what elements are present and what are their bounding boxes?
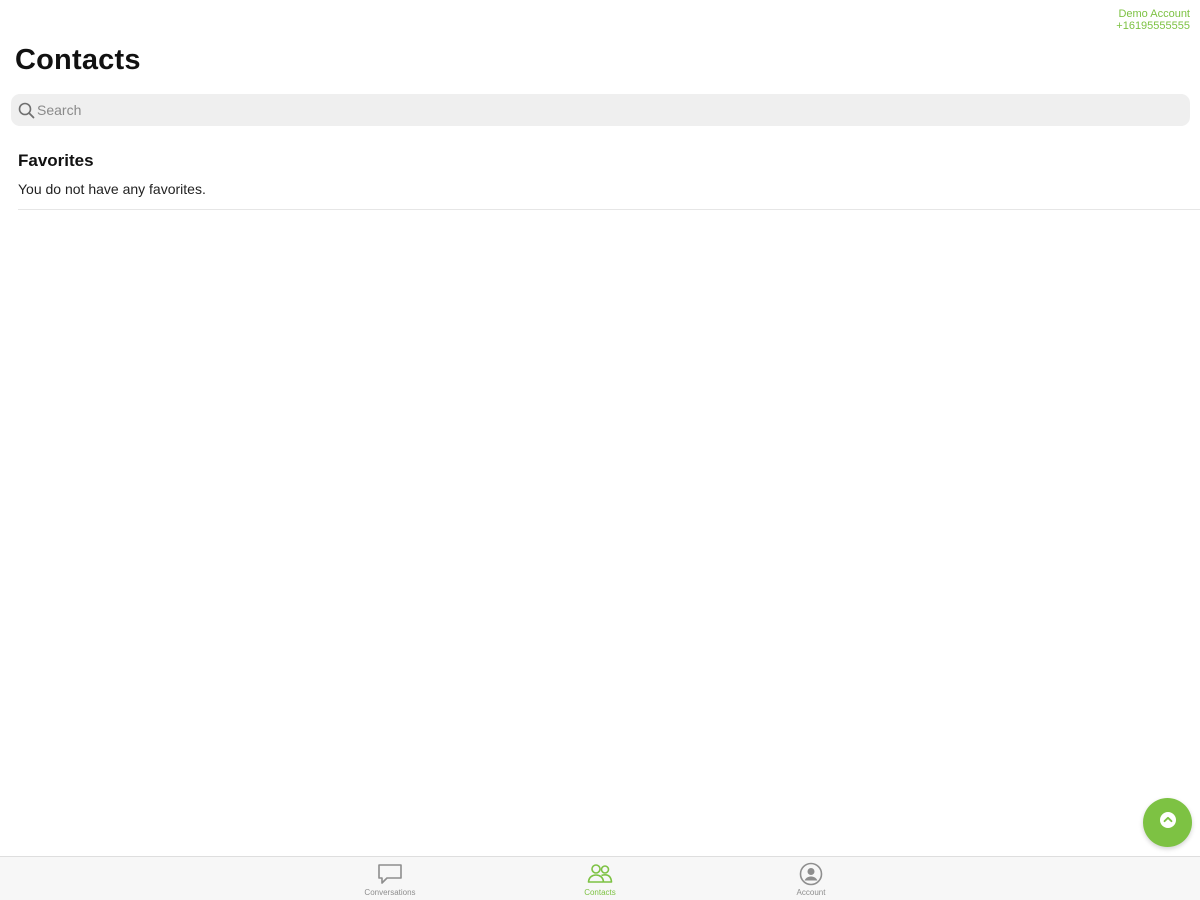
favorites-empty-message: You do not have any favorites. [18,181,206,197]
tab-label-account: Account [796,888,826,897]
tab-account[interactable]: Account [751,862,871,898]
compose-button[interactable] [1143,798,1192,847]
search-input[interactable] [37,94,1190,126]
account-badge[interactable]: Demo Account +16195555555 [1116,8,1190,32]
account-name: Demo Account [1118,8,1190,20]
favorites-title: Favorites [18,151,94,170]
favorites-section: Favorites You do not have any favorites. [18,150,1200,210]
chat-bubble-icon [377,862,403,886]
contacts-screen: Demo Account +16195555555 Contacts Favor… [0,0,1200,900]
search-icon [17,101,35,119]
tab-bar: Conversations Contacts Account [0,856,1200,900]
compose-icon [1158,810,1178,835]
search-bar[interactable] [11,94,1190,126]
tab-conversations[interactable]: Conversations [330,862,450,898]
account-number: +16195555555 [1116,20,1190,32]
page-title: Contacts [15,44,141,76]
user-circle-icon [798,862,824,886]
tab-contacts[interactable]: Contacts [540,862,660,898]
tab-label-conversations: Conversations [364,888,416,897]
people-icon [587,862,613,886]
tab-label-contacts: Contacts [584,888,616,897]
